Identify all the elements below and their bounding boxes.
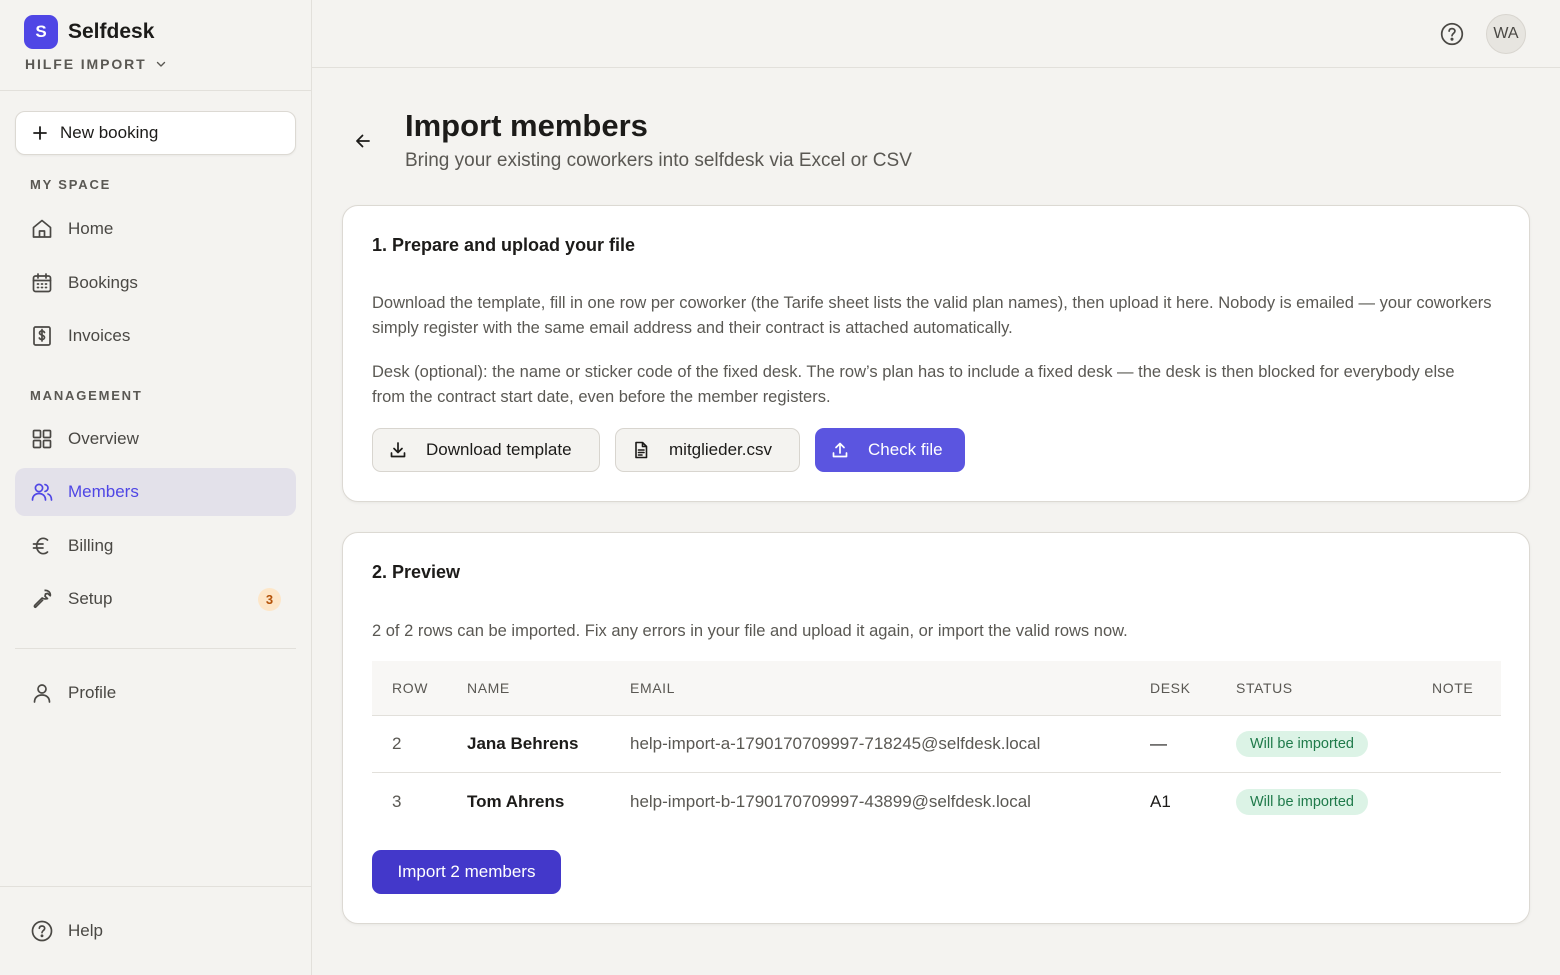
plus-icon [32, 125, 60, 141]
table-row: 2 Jana Behrens help-import-a-17901707099… [372, 716, 1501, 773]
grid-icon [29, 426, 55, 452]
sidebar-item-setup[interactable]: Setup 3 [15, 575, 296, 623]
preview-card: 2. Preview 2 of 2 rows can be imported. … [342, 532, 1530, 924]
home-icon [29, 216, 55, 242]
divider [0, 90, 311, 91]
status-badge: Will be imported [1236, 788, 1368, 815]
sidebar-item-invoices[interactable]: Invoices [15, 312, 296, 360]
column-header-note: NOTE [1432, 680, 1474, 696]
sidebar-item-label: Setup [68, 589, 113, 608]
upload-instructions: Download the template, fill in one row p… [372, 294, 1492, 337]
sidebar-item-label: Overview [68, 429, 139, 448]
column-header-desk: DESK [1150, 680, 1191, 696]
page-subtitle: Bring your existing coworkers into selfd… [405, 150, 912, 171]
selected-file-button[interactable]: mitglieder.csv [615, 428, 800, 472]
help-icon[interactable] [1439, 21, 1465, 47]
desk-instructions: Desk (optional): the name or sticker cod… [372, 363, 1455, 406]
sidebar-item-billing[interactable]: Billing [15, 522, 296, 570]
sidebar-item-bookings[interactable]: Bookings [15, 259, 296, 307]
member-desk: — [1150, 734, 1167, 753]
upload-card: 1. Prepare and upload your file Download… [342, 205, 1530, 502]
users-icon [29, 479, 55, 505]
preview-table: ROW NAME EMAIL DESK STATUS NOTE 2 Jana B… [372, 661, 1501, 830]
brand-logo: S [24, 15, 58, 49]
member-email: help-import-b-1790170709997-43899@selfde… [630, 791, 1031, 811]
brand-name: Selfdesk [68, 20, 155, 43]
upload-icon [830, 440, 850, 460]
selected-file-name: mitglieder.csv [669, 440, 772, 459]
preview-card-title: 2. Preview [372, 562, 461, 582]
sidebar-item-members[interactable]: Members [15, 468, 296, 516]
row-number: 3 [392, 791, 402, 811]
sidebar-item-label: Profile [68, 683, 117, 702]
status-badge: Will be imported [1236, 731, 1368, 757]
top-bar: WA [312, 0, 1560, 68]
table-header: ROW NAME EMAIL DESK STATUS NOTE [372, 661, 1501, 716]
download-icon [388, 440, 408, 460]
euro-icon [29, 533, 55, 559]
sidebar-item-label: Members [68, 482, 139, 501]
divider [15, 648, 296, 649]
sidebar-item-label: Invoices [68, 326, 131, 345]
status-cell: Will be imported [1236, 773, 1368, 830]
download-template-label: Download template [426, 440, 572, 459]
status-cell: Will be imported [1236, 716, 1368, 772]
setup-count-badge: 3 [258, 588, 281, 611]
member-email: help-import-a-1790170709997-718245@selfd… [630, 734, 1041, 753]
column-header-row: ROW [392, 680, 429, 696]
new-booking-label: New booking [60, 123, 159, 142]
divider [0, 886, 311, 887]
preview-summary: 2 of 2 rows can be imported. Fix any err… [372, 622, 1128, 640]
arrow-left-icon[interactable] [352, 130, 374, 152]
sidebar-item-overview[interactable]: Overview [15, 415, 296, 463]
member-name: Tom Ahrens [467, 791, 565, 811]
sidebar-item-label: Help [68, 921, 103, 940]
column-header-email: EMAIL [630, 680, 676, 696]
sidebar-item-help[interactable]: Help [15, 907, 296, 955]
wrench-icon [29, 586, 55, 612]
section-label-my-space: MY SPACE [30, 177, 112, 192]
invoice-icon [29, 323, 55, 349]
sidebar-item-label: Billing [68, 536, 114, 555]
new-booking-button[interactable]: New booking [15, 111, 296, 155]
row-number: 2 [392, 734, 402, 753]
download-template-button[interactable]: Download template [372, 428, 600, 472]
help-circle-icon [29, 918, 55, 944]
avatar[interactable]: WA [1486, 14, 1526, 54]
workspace-switcher[interactable]: HILFE IMPORT [25, 56, 167, 72]
member-desk: A1 [1150, 791, 1171, 811]
calendar-icon [29, 270, 55, 296]
chevron-down-icon [147, 58, 167, 70]
workspace-name: HILFE IMPORT [25, 56, 147, 72]
table-row: 3 Tom Ahrens help-import-b-1790170709997… [372, 773, 1501, 830]
sidebar-item-home[interactable]: Home [15, 205, 296, 253]
check-file-label: Check file [868, 440, 943, 459]
user-icon [29, 680, 55, 706]
column-header-name: NAME [467, 680, 510, 696]
sidebar: S Selfdesk HILFE IMPORT New booking MY S… [0, 0, 312, 975]
column-header-status: STATUS [1236, 680, 1293, 696]
upload-card-title: 1. Prepare and upload your file [372, 235, 636, 255]
sidebar-item-label: Bookings [68, 273, 138, 292]
brand[interactable]: S Selfdesk [24, 15, 154, 49]
import-members-button[interactable]: Import 2 members [372, 850, 561, 894]
file-icon [631, 440, 651, 460]
sidebar-item-profile[interactable]: Profile [15, 669, 296, 717]
section-label-management: MANAGEMENT [30, 388, 143, 403]
sidebar-item-label: Home [68, 219, 114, 238]
member-name: Jana Behrens [467, 734, 579, 753]
check-file-button[interactable]: Check file [815, 428, 965, 472]
page-title: Import members [405, 108, 648, 143]
